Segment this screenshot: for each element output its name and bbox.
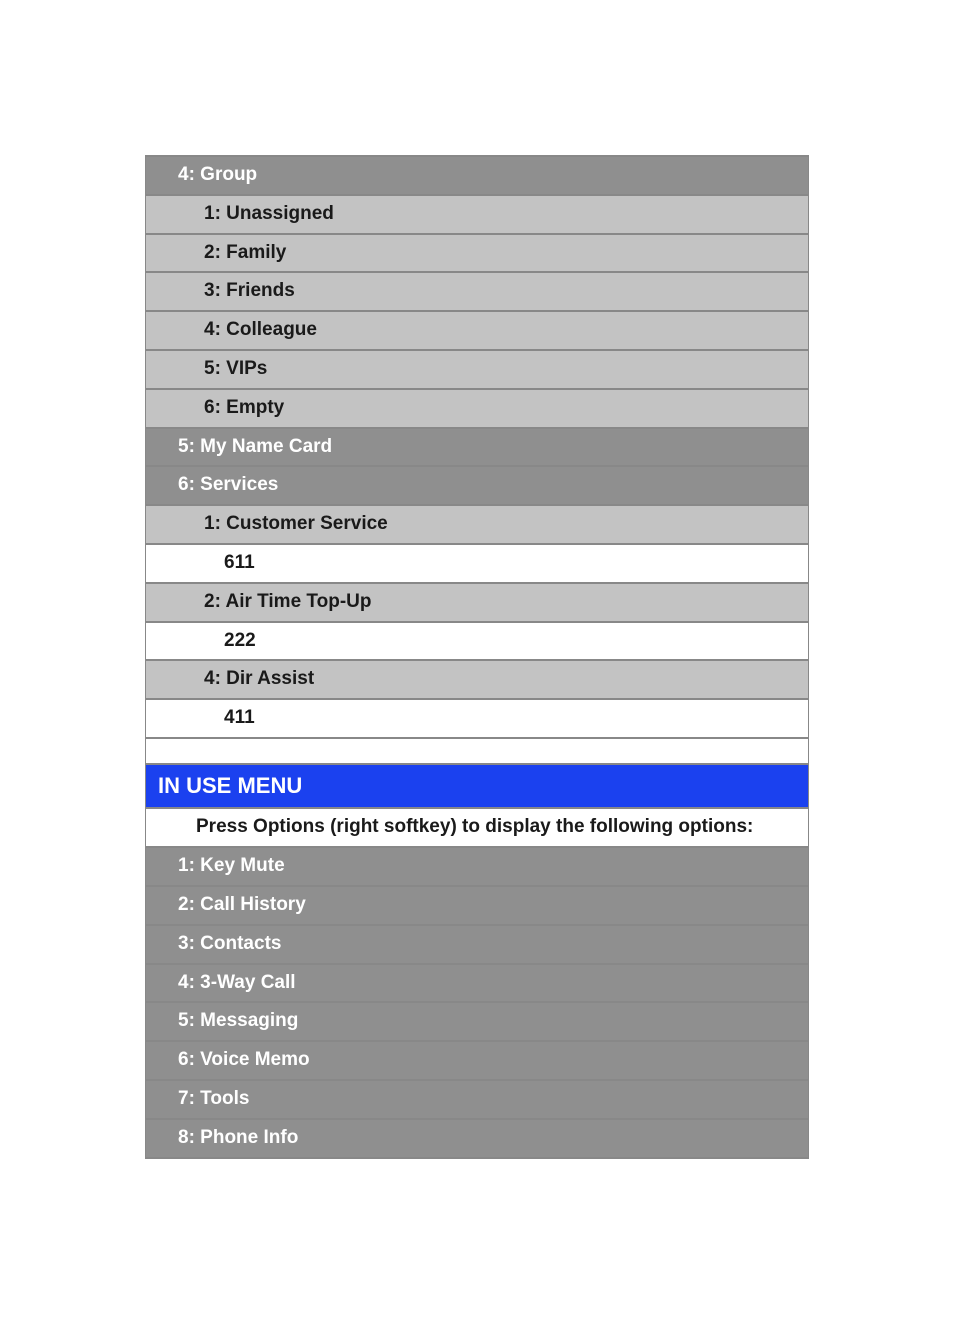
menu-item-contacts: 3: Contacts [146,925,808,964]
menu-item-services: 6: Services [146,466,808,505]
menu-item-empty: 6: Empty [146,389,808,428]
blank-row [146,738,808,764]
menu-item-customer-service: 1: Customer Service [146,505,808,544]
menu-item-air-time-topup-number: 222 [146,622,808,661]
menu-item-tools: 7: Tools [146,1080,808,1119]
menu-item-air-time-topup: 2: Air Time Top-Up [146,583,808,622]
menu-item-vips: 5: VIPs [146,350,808,389]
menu-item-messaging: 5: Messaging [146,1002,808,1041]
menu-item-family: 2: Family [146,234,808,273]
menu-item-voice-memo: 6: Voice Memo [146,1041,808,1080]
section-header-in-use-menu: IN USE MENU [146,764,808,808]
instruction-text: Press Options (right softkey) to display… [146,808,808,847]
menu-item-3-way-call: 4: 3-Way Call [146,964,808,1003]
menu-item-group: 4: Group [146,156,808,195]
menu-item-key-mute: 1: Key Mute [146,847,808,886]
menu-item-dir-assist-number: 411 [146,699,808,738]
menu-item-my-name-card: 5: My Name Card [146,428,808,467]
menu-item-call-history: 2: Call History [146,886,808,925]
menu-item-friends: 3: Friends [146,272,808,311]
menu-item-customer-service-number: 611 [146,544,808,583]
menu-item-unassigned: 1: Unassigned [146,195,808,234]
menu-item-phone-info: 8: Phone Info [146,1119,808,1158]
menu-item-colleague: 4: Colleague [146,311,808,350]
menu-item-dir-assist: 4: Dir Assist [146,660,808,699]
menu-table-1: 4: Group 1: Unassigned 2: Family 3: Frie… [145,155,809,1159]
